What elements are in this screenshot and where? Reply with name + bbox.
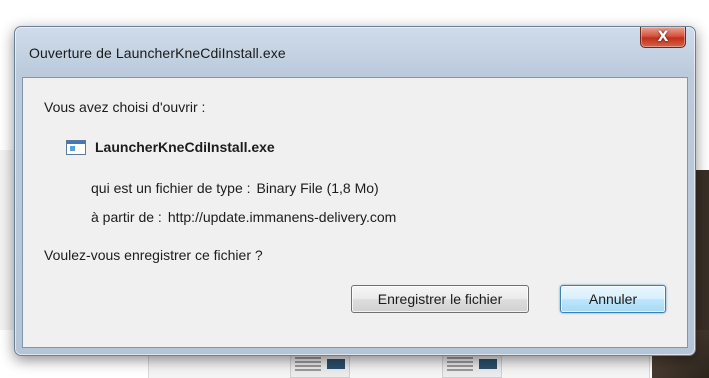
file-type-label: qui est un fichier de type : (91, 180, 251, 196)
exe-file-icon (66, 139, 86, 155)
dialog-title: Ouverture de LauncherKneCdiInstall.exe (29, 45, 286, 61)
save-file-button[interactable]: Enregistrer le fichier (351, 285, 529, 313)
download-dialog: Ouverture de LauncherKneCdiInstall.exe X… (14, 26, 696, 356)
close-icon: X (657, 29, 669, 45)
file-source-row: à partir de : http://update.immanens-deli… (91, 209, 396, 225)
save-question: Voulez-vous enregistrer ce fichier ? (44, 247, 263, 263)
intro-text: Vous avez choisi d'ouvrir : (44, 99, 206, 115)
file-row: LauncherKneCdiInstall.exe (66, 139, 275, 155)
cancel-button[interactable]: Annuler (560, 285, 666, 313)
file-source-value: http://update.immanens-delivery.com (167, 209, 397, 225)
file-source-label: à partir de : (91, 209, 162, 225)
background-page-left (0, 150, 14, 330)
file-type-value: Binary File (1,8 Mo) (256, 180, 379, 196)
file-name: LauncherKneCdiInstall.exe (95, 139, 275, 155)
dialog-content: Vous avez choisi d'ouvrir : LauncherKneC… (22, 77, 688, 348)
file-type-row: qui est un fichier de type : Binary File … (91, 180, 379, 196)
background-page-right (694, 170, 709, 330)
close-button[interactable]: X (640, 27, 686, 48)
